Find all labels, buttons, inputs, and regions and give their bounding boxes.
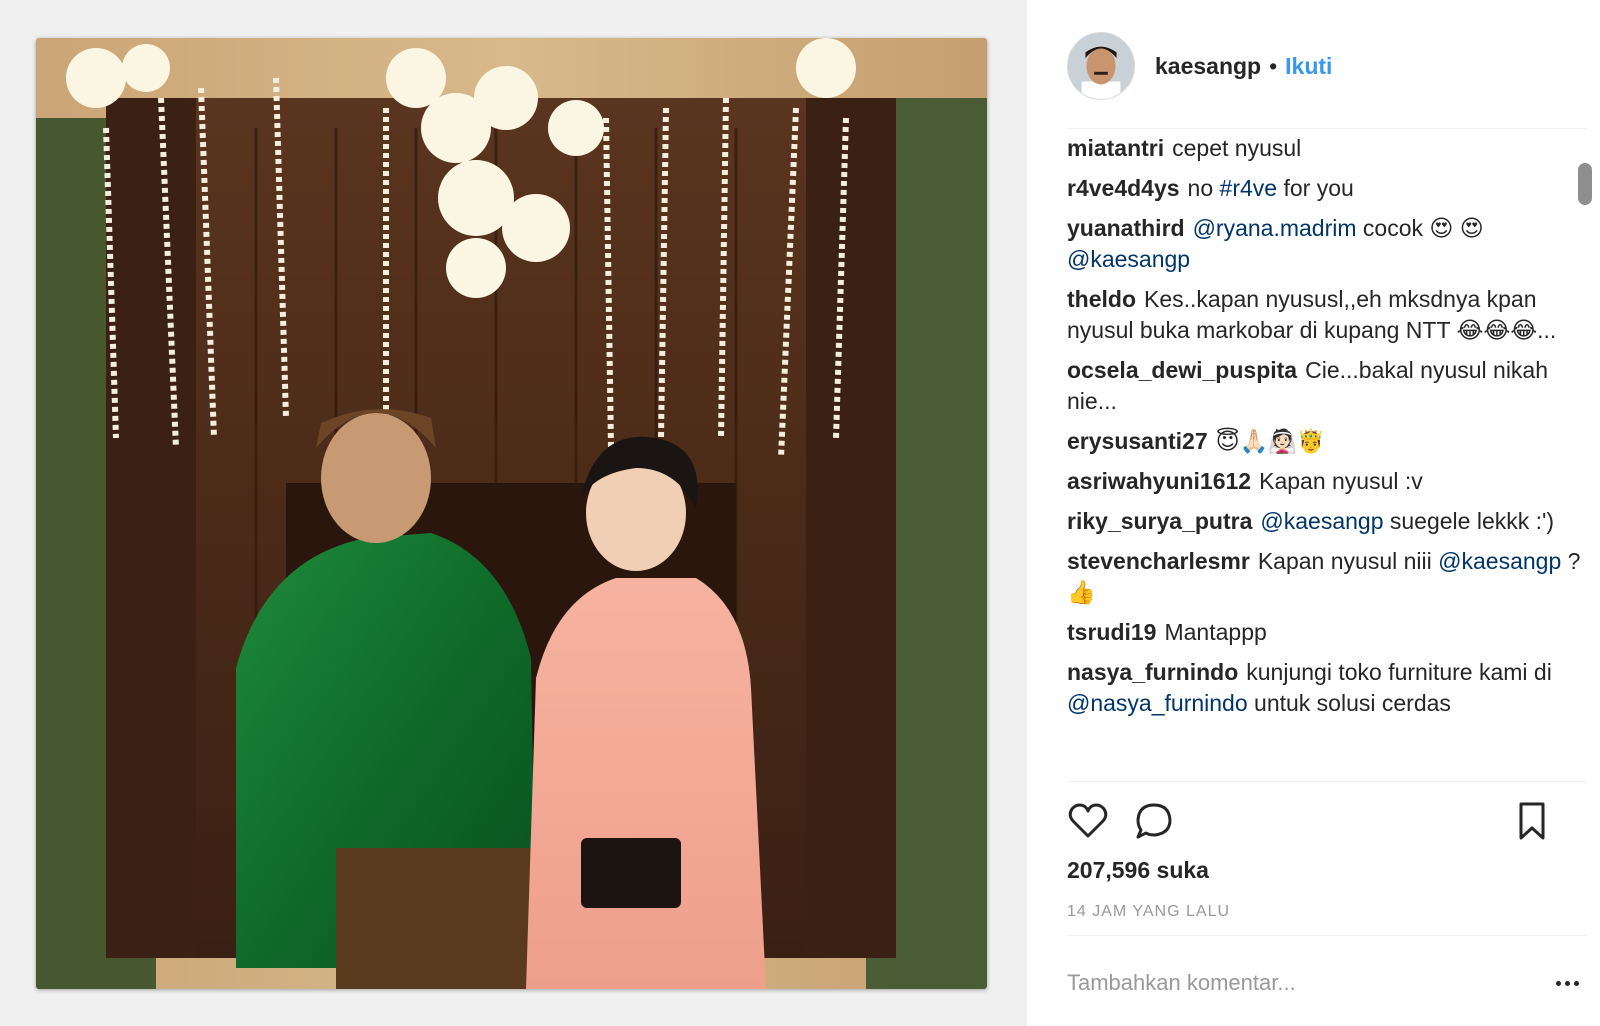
username[interactable]: kaesangp bbox=[1155, 53, 1261, 80]
more-options-icon[interactable] bbox=[1547, 968, 1587, 998]
photo-panel bbox=[0, 0, 1027, 1026]
comment-mention-link[interactable]: @nasya_furnindo bbox=[1067, 690, 1248, 716]
footer-divider bbox=[1067, 935, 1587, 936]
comment-author[interactable]: miatantri bbox=[1067, 135, 1164, 161]
comment-author[interactable]: theldo bbox=[1067, 286, 1136, 312]
comment-author[interactable]: riky_surya_putra bbox=[1067, 508, 1252, 534]
comment-author[interactable]: ocsela_dewi_puspita bbox=[1067, 357, 1297, 383]
comment-item: theldo Kes..kapan nyususl,,eh mksdnya kpa… bbox=[1067, 284, 1587, 346]
comment-item: yuanathird @ryana.madrim cocok 😍 😍 @kaesa… bbox=[1067, 213, 1587, 275]
comment-item: tsrudi19 Mantappp bbox=[1067, 617, 1587, 648]
avatar-image bbox=[1068, 33, 1134, 99]
separator-dot: • bbox=[1269, 52, 1278, 79]
comment-author[interactable]: r4ve4d4ys bbox=[1067, 175, 1180, 201]
comment-author[interactable]: erysusanti27 bbox=[1067, 428, 1208, 454]
comments-list[interactable]: miatantri cepet nyusul r4ve4d4ys no #r4ve f… bbox=[1067, 133, 1587, 781]
post-timestamp[interactable]: 14 JAM YANG LALU bbox=[1067, 903, 1230, 921]
add-comment-bar bbox=[1067, 960, 1587, 1006]
heart-icon[interactable] bbox=[1067, 800, 1109, 842]
comment-author[interactable]: tsrudi19 bbox=[1067, 619, 1156, 645]
comment-text: untuk solusi cerdas bbox=[1247, 690, 1451, 716]
comment-text: for you bbox=[1277, 175, 1354, 201]
add-comment-input[interactable] bbox=[1067, 970, 1547, 996]
bookmark-icon[interactable] bbox=[1511, 800, 1553, 842]
comment-text: 😇🙏🏻👰🏻🤴 bbox=[1215, 428, 1326, 454]
post-header: kaesangp • Ikuti bbox=[1067, 31, 1567, 101]
comments-scrollbar[interactable] bbox=[1575, 133, 1595, 781]
post-photo[interactable] bbox=[36, 38, 987, 989]
comments-scrollbar-thumb[interactable] bbox=[1578, 163, 1592, 205]
comment-text: suegele lekkk :') bbox=[1383, 508, 1555, 534]
comment-text: cocok 😍 😍 bbox=[1356, 215, 1484, 241]
comment-text: cepet nyusul bbox=[1172, 135, 1302, 161]
comment-text: Kapan nyusul niii bbox=[1257, 548, 1439, 574]
post-side-panel: kaesangp • Ikuti miatantri cepet nyusul r4… bbox=[1027, 0, 1600, 1026]
comment-mention-link[interactable]: @kaesangp bbox=[1260, 508, 1383, 534]
comment-text: Mantappp bbox=[1164, 619, 1267, 645]
comment-icon[interactable] bbox=[1133, 800, 1175, 842]
comment-author[interactable]: nasya_furnindo bbox=[1067, 659, 1238, 685]
comment-author[interactable]: stevencharlesmr bbox=[1067, 548, 1250, 574]
comment-mention-link[interactable]: @kaesangp bbox=[1067, 246, 1190, 272]
comment-mention-link[interactable]: @ryana.madrim bbox=[1193, 215, 1357, 241]
comment-item: nasya_furnindo kunjungi toko furniture ka… bbox=[1067, 657, 1587, 719]
action-bar bbox=[1067, 800, 1587, 842]
comment-item: r4ve4d4ys no #r4ve for you bbox=[1067, 173, 1587, 204]
comment-text: kunjungi toko furniture kami di bbox=[1246, 659, 1552, 685]
comment-mention-link[interactable]: @kaesangp bbox=[1438, 548, 1561, 574]
comment-item: miatantri cepet nyusul bbox=[1067, 133, 1587, 164]
comment-text: Kapan nyusul :v bbox=[1259, 468, 1423, 494]
comment-author[interactable]: yuanathird bbox=[1067, 215, 1185, 241]
avatar[interactable] bbox=[1067, 32, 1135, 100]
comment-item: asriwahyuni1612 Kapan nyusul :v bbox=[1067, 466, 1587, 497]
comment-item: ocsela_dewi_puspita Cie...bakal nyusul ni… bbox=[1067, 355, 1587, 417]
comment-mention-link[interactable]: #r4ve bbox=[1220, 175, 1278, 201]
likes-count[interactable]: 207,596 suka bbox=[1067, 857, 1209, 884]
comment-text: Kes..kapan nyususl,,eh mksdnya kpan nyus… bbox=[1067, 286, 1557, 343]
header-divider bbox=[1067, 128, 1587, 129]
wedding-photo-illustration bbox=[36, 38, 987, 989]
comments-divider bbox=[1067, 781, 1587, 782]
comment-author[interactable]: asriwahyuni1612 bbox=[1067, 468, 1251, 494]
comment-item: riky_surya_putra @kaesangp suegele lekkk … bbox=[1067, 506, 1587, 537]
follow-button[interactable]: Ikuti bbox=[1285, 53, 1332, 80]
comment-item: erysusanti27 😇🙏🏻👰🏻🤴 bbox=[1067, 426, 1587, 457]
comment-item: stevencharlesmr Kapan nyusul niii @kaesan… bbox=[1067, 546, 1587, 608]
comment-text: no bbox=[1187, 175, 1220, 201]
